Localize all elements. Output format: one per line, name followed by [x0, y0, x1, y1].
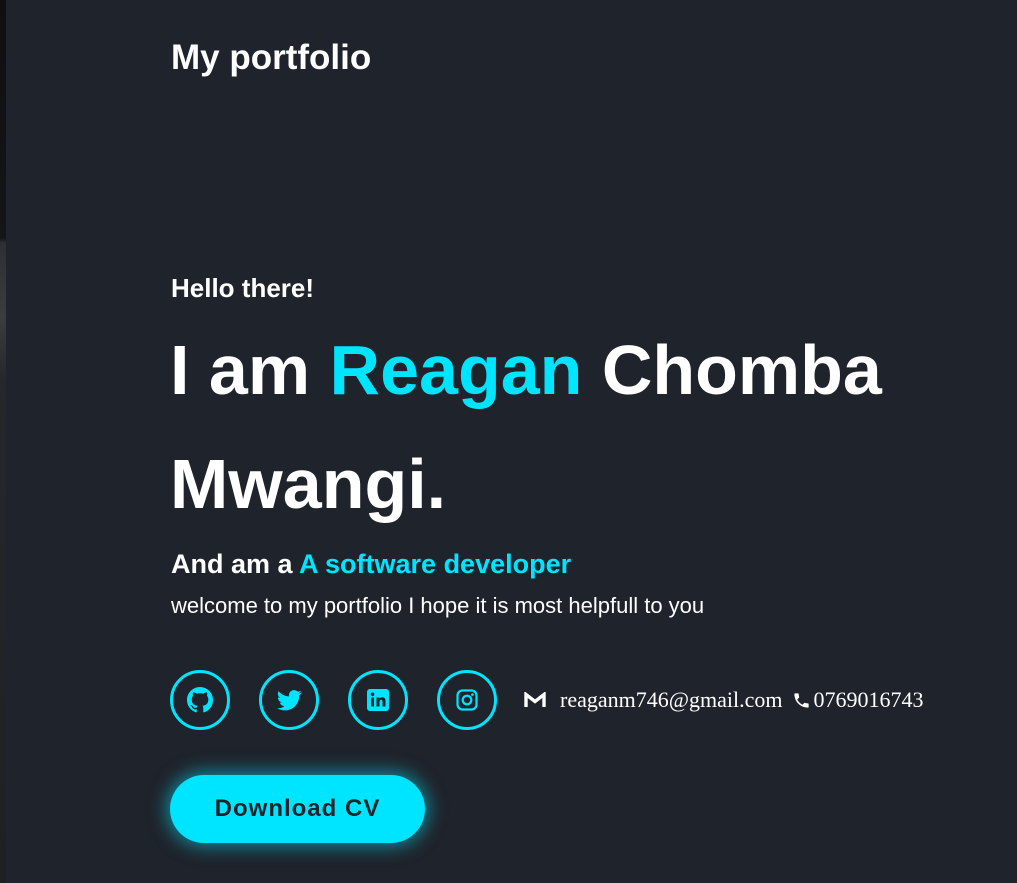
- gmail-icon: [524, 692, 546, 708]
- linkedin-link[interactable]: [348, 670, 408, 730]
- phone-icon: [792, 691, 811, 710]
- tagline: welcome to my portfolio I hope it is mos…: [171, 593, 705, 618]
- window-edge: [0, 0, 6, 883]
- twitter-link[interactable]: [259, 670, 319, 730]
- instagram-link[interactable]: [437, 670, 497, 730]
- linkedin-icon: [367, 689, 389, 711]
- role-prefix: And am a: [171, 549, 300, 579]
- first-name: Reagan: [329, 331, 583, 409]
- role-text: A software developer: [299, 549, 572, 579]
- github-icon: [187, 687, 213, 713]
- name-heading: I am Reagan Chomba Mwangi.: [170, 313, 970, 541]
- contact-info: reaganm746@gmail.com 0769016743: [524, 687, 923, 713]
- twitter-icon: [276, 690, 302, 711]
- github-link[interactable]: [170, 670, 230, 730]
- role-line: And am a A software developer: [171, 547, 571, 581]
- greeting: Hello there!: [171, 273, 315, 303]
- phone-number[interactable]: 0769016743: [813, 687, 923, 713]
- email-address[interactable]: reaganm746@gmail.com: [560, 687, 782, 713]
- download-cv-button[interactable]: Download CV: [170, 775, 425, 843]
- name-prefix: I am: [170, 331, 330, 409]
- social-links: reaganm746@gmail.com 0769016743: [170, 670, 923, 730]
- site-title: My portfolio: [171, 38, 372, 77]
- instagram-icon: [456, 689, 478, 711]
